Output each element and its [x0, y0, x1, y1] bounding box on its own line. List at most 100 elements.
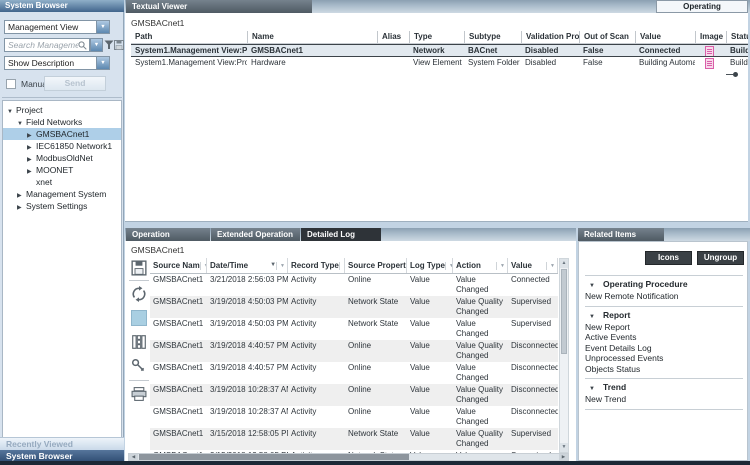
- log-horizontal-scrollbar[interactable]: ◀ ▶: [128, 453, 569, 461]
- columns-icon[interactable]: [131, 334, 147, 350]
- table-row[interactable]: System1.Management View:Project...GMSBAC…: [131, 44, 748, 57]
- sort-desc-icon[interactable]: ▼: [267, 258, 276, 273]
- tab-detailed-log[interactable]: Detailed Log: [301, 228, 381, 241]
- cell-type: Network: [409, 45, 464, 56]
- column-header-value[interactable]: Value: [635, 31, 695, 43]
- column-header-name[interactable]: Name: [247, 31, 377, 43]
- show-description-dropdown[interactable]: Show Description ▼: [4, 56, 110, 70]
- recently-viewed-bar[interactable]: Recently Viewed: [0, 437, 124, 450]
- send-button[interactable]: Send: [44, 76, 106, 91]
- scroll-up-icon[interactable]: ▲: [560, 259, 568, 268]
- related-item-active-events[interactable]: Active Events: [585, 333, 743, 344]
- tree-item-moonet[interactable]: ▶MOONET: [3, 164, 121, 176]
- cell-datetime: 3/19/2018 10:28:37 AM: [207, 384, 288, 406]
- view-mode-dropdown[interactable]: Management View ▼: [4, 20, 110, 34]
- chevron-down-icon[interactable]: ▼: [96, 21, 109, 33]
- tree-item-project[interactable]: ▼Project: [3, 104, 121, 116]
- filter-icon[interactable]: ▼: [445, 262, 453, 270]
- tree-item-modbusoldnet[interactable]: ▶ModbusOldNet: [3, 152, 121, 164]
- column-header-out-of-scan[interactable]: Out of Scan: [579, 31, 635, 43]
- print-icon[interactable]: [131, 386, 147, 402]
- scrollbar-thumb[interactable]: [561, 269, 567, 354]
- column-header-image[interactable]: Image: [695, 31, 726, 43]
- table-row[interactable]: GMSBACnet13/15/2018 12:58:05 PMActivityN…: [150, 428, 558, 450]
- manual-checkbox[interactable]: [6, 79, 16, 89]
- filter-icon[interactable]: ▼: [200, 262, 207, 270]
- table-row[interactable]: GMSBACnet13/19/2018 10:28:37 AMActivityO…: [150, 384, 558, 406]
- scroll-right-icon[interactable]: ▶: [559, 454, 568, 460]
- filter-icon[interactable]: ▼: [546, 262, 557, 270]
- system-browser-header[interactable]: System Browser: [0, 0, 124, 12]
- related-item-new-remote-notification[interactable]: New Remote Notification: [585, 292, 743, 303]
- pin-icon[interactable]: [726, 71, 738, 78]
- chevron-right-icon[interactable]: ▶: [17, 202, 26, 214]
- related-item-unprocessed-events[interactable]: Unprocessed Events: [585, 354, 743, 365]
- cell-value: Disconnected: [508, 406, 558, 428]
- column-header-record-type[interactable]: Record Type▼: [288, 258, 345, 273]
- tree-item-label: MOONET: [36, 165, 73, 175]
- column-header-subtype[interactable]: Subtype: [464, 31, 521, 43]
- color-swatch-icon[interactable]: [131, 310, 147, 326]
- key-filter-icon[interactable]: [131, 358, 147, 374]
- tree-item-iec61850-network1[interactable]: ▶IEC61850 Network1: [3, 140, 121, 152]
- filter-icon[interactable]: ▼: [496, 262, 507, 270]
- icons-button[interactable]: Icons: [645, 251, 692, 265]
- related-items-tab[interactable]: Related Items: [578, 228, 664, 241]
- cell-validation_profile: Disabled: [521, 45, 579, 56]
- cell-action: Value Quality Changed: [453, 296, 508, 318]
- column-header-source-nam[interactable]: Source Nam▼: [150, 258, 207, 273]
- column-header-alias[interactable]: Alias: [377, 31, 409, 43]
- ungroup-button[interactable]: Ungroup: [697, 251, 744, 265]
- table-row[interactable]: GMSBACnet13/19/2018 4:50:03 PMActivityNe…: [150, 318, 558, 340]
- cell-datetime: 3/19/2018 4:40:57 PM: [207, 362, 288, 384]
- textual-viewer-tab[interactable]: Textual Viewer: [126, 0, 312, 13]
- tree-item-field-networks[interactable]: ▼Field Networks: [3, 116, 121, 128]
- section-header-report[interactable]: ▼Report: [585, 310, 743, 323]
- operating-tab[interactable]: Operating: [656, 0, 748, 13]
- column-header-date-time[interactable]: Date/Time▼▼: [207, 258, 288, 273]
- column-header-type[interactable]: Type: [409, 31, 464, 43]
- chevron-down-icon[interactable]: ▼: [17, 118, 26, 130]
- chevron-down-icon[interactable]: ▼: [96, 57, 109, 69]
- column-header-source-propert[interactable]: Source Propert▼: [345, 258, 407, 273]
- table-row[interactable]: GMSBACnet13/19/2018 4:50:03 PMActivityNe…: [150, 296, 558, 318]
- cell-value: Disconnected: [508, 340, 558, 362]
- cell-value: Connected: [508, 274, 558, 296]
- table-row[interactable]: GMSBACnet13/19/2018 4:40:57 PMActivityOn…: [150, 362, 558, 384]
- divider: [585, 409, 743, 410]
- column-header-label: Log Type: [410, 258, 445, 273]
- tab-extended-operation[interactable]: Extended Operation: [211, 228, 300, 241]
- table-row[interactable]: GMSBACnet13/19/2018 4:40:57 PMActivityOn…: [150, 340, 558, 362]
- tab-operation[interactable]: Operation: [126, 228, 210, 241]
- search-input[interactable]: Search Manageme: [4, 38, 90, 52]
- related-item-objects-status[interactable]: Objects Status: [585, 365, 743, 376]
- column-header-validation-profile[interactable]: Validation Profile: [521, 31, 579, 43]
- column-header-value[interactable]: Value▼: [508, 258, 558, 273]
- refresh-icon[interactable]: [131, 286, 147, 302]
- column-header-action[interactable]: Action▼: [453, 258, 508, 273]
- column-header-log-type[interactable]: Log Type▼: [407, 258, 453, 273]
- tree-item-management-system[interactable]: ▶Management System: [3, 188, 121, 200]
- tree-item-system-settings[interactable]: ▶System Settings: [3, 200, 121, 212]
- column-header-status[interactable]: Status: [726, 31, 748, 43]
- log-vertical-scrollbar[interactable]: ▲ ▼: [559, 258, 569, 453]
- chevron-down-icon[interactable]: ▼: [7, 106, 16, 118]
- cell-status: Buildi: [726, 57, 748, 70]
- scroll-left-icon[interactable]: ◀: [129, 454, 138, 460]
- filter-icon[interactable]: ▼: [276, 262, 287, 270]
- cell-datetime: 3/19/2018 4:50:03 PM: [207, 296, 288, 318]
- table-row[interactable]: GMSBACnet13/19/2018 10:28:37 AMActivityO…: [150, 406, 558, 428]
- search-dropdown-icon[interactable]: ▼: [90, 38, 103, 52]
- table-row[interactable]: System1.Management View:Project.F...Hard…: [131, 57, 748, 70]
- related-item-new-trend[interactable]: New Trend: [585, 395, 743, 406]
- column-header-path[interactable]: Path: [131, 31, 247, 43]
- cell-type: View Element: [409, 57, 464, 70]
- save-filter-icon[interactable]: [114, 40, 124, 50]
- filter-funnel-icon[interactable]: [104, 40, 114, 50]
- table-row[interactable]: GMSBACnet13/21/2018 2:56:03 PMActivityOn…: [150, 274, 558, 296]
- save-icon[interactable]: [131, 260, 147, 276]
- cell-value: Building Automat...: [635, 57, 695, 70]
- scroll-down-icon[interactable]: ▼: [560, 443, 568, 452]
- tree-item-xnet[interactable]: xnet: [3, 176, 121, 188]
- scrollbar-thumb[interactable]: [139, 454, 409, 460]
